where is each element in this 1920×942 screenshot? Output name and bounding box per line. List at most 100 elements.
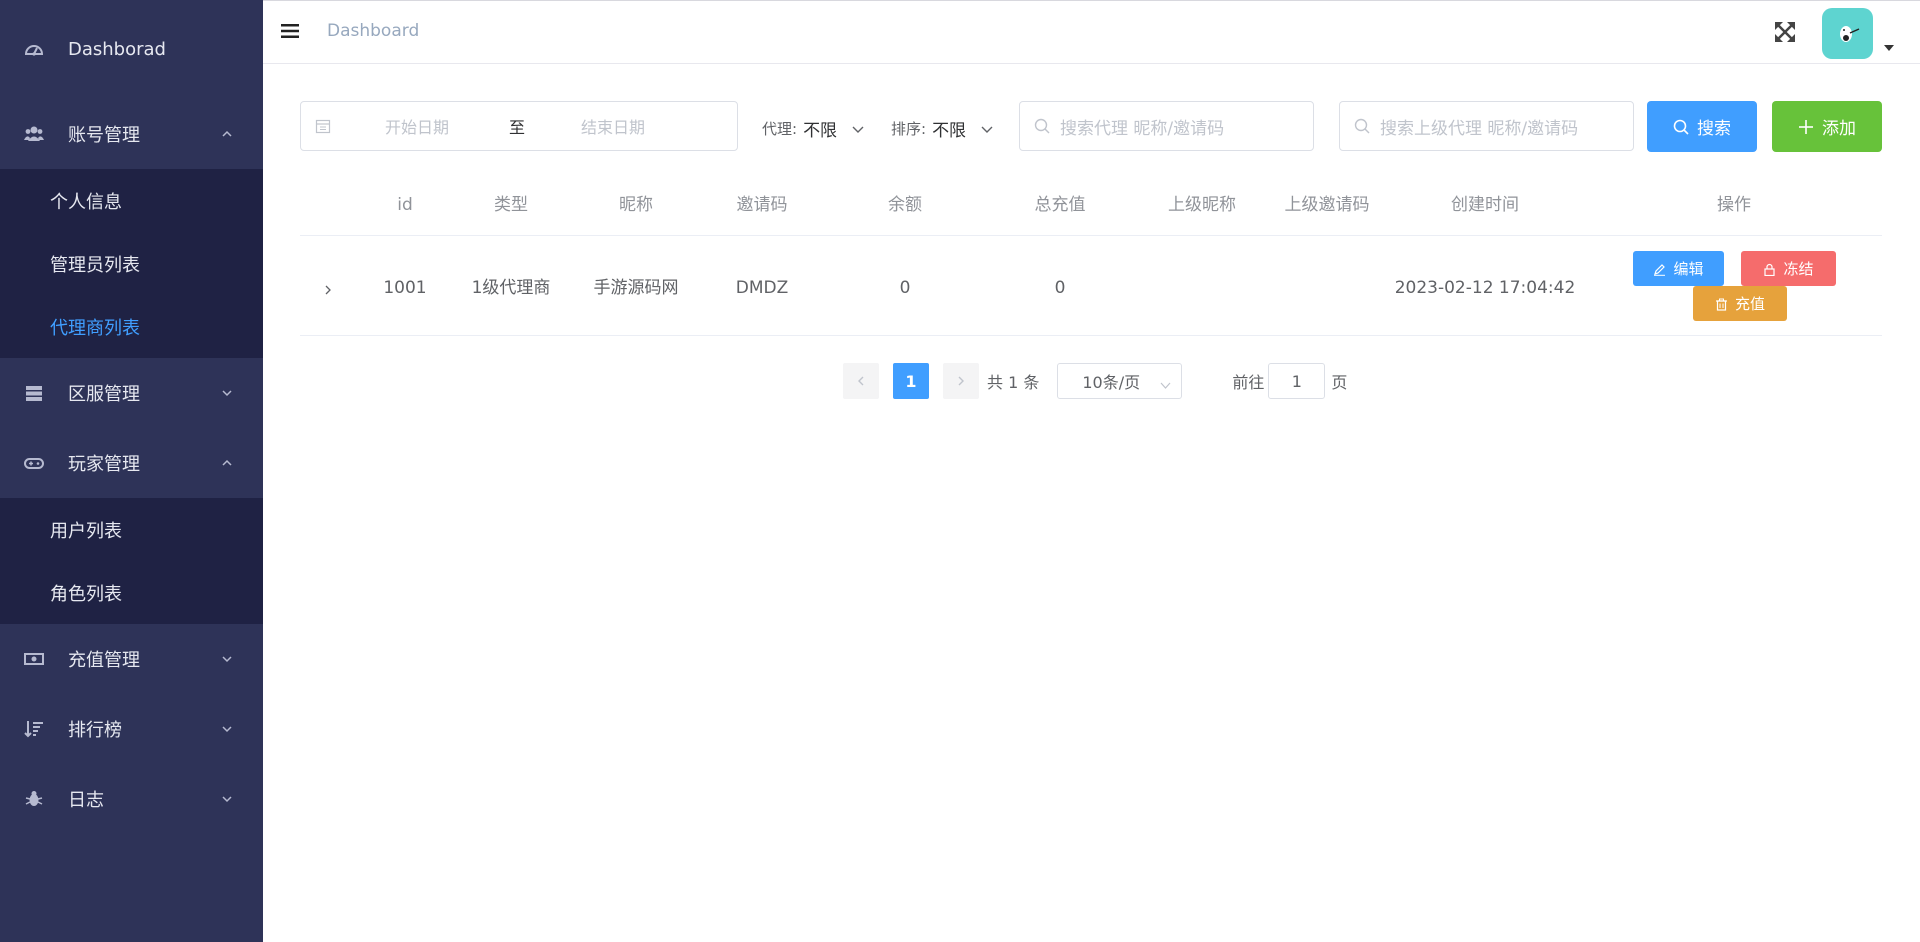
hamburger-icon[interactable] (281, 22, 299, 40)
column-header: 邀请码 (736, 195, 788, 215)
cell-id: 1001 (383, 278, 427, 298)
chevron-up-icon (219, 455, 235, 471)
cell-created-time: 2023-02-12 17:04:42 (1394, 278, 1576, 298)
bug-icon (24, 789, 44, 809)
avatar[interactable] (1822, 8, 1873, 59)
fullscreen-icon[interactable] (1774, 21, 1796, 43)
server-icon (24, 383, 44, 403)
end-date-input[interactable]: 结束日期 (581, 114, 645, 138)
calendar-icon (315, 118, 331, 134)
table-header: id 类型 昵称 邀请码 余额 总充值 上级昵称 上级邀请码 创建时间 操作 (300, 180, 1882, 236)
table-row: 1001 1级代理商 手游源码网 DMDZ 0 0 2023-02-12 17:… (300, 236, 1882, 336)
search-parent-agent-input[interactable]: 搜索上级代理 昵称/邀请码 (1339, 101, 1634, 151)
sidebar-item-label: 玩家管理 (68, 454, 140, 475)
search-icon (1673, 119, 1689, 135)
recharge-button[interactable]: 充值 (1693, 286, 1787, 321)
chevron-down-icon (219, 385, 235, 401)
lock-icon (1763, 262, 1776, 277)
edit-button[interactable]: 编辑 (1633, 251, 1724, 286)
search-agent-input[interactable]: 搜索代理 昵称/邀请码 (1019, 101, 1314, 151)
navbar: Dashboard (263, 0, 1920, 64)
sidebar-item-player[interactable]: 玩家管理 (0, 428, 263, 498)
date-range-picker[interactable]: 开始日期 至 结束日期 (300, 101, 738, 151)
pagination: 1 共 1 条 10条/页 前往 页 (843, 363, 1347, 399)
cell-balance: 0 (899, 278, 911, 298)
column-header: 操作 (1717, 195, 1751, 215)
total-count: 共 1 条 (987, 373, 1040, 392)
edit-icon (1653, 262, 1666, 276)
sort-icon (24, 719, 44, 739)
chevron-down-icon (219, 721, 235, 737)
sidebar-item-dashboard[interactable]: Dashborad (0, 0, 263, 99)
goto-page-input[interactable] (1268, 363, 1326, 399)
search-button-label: 搜索 (1697, 119, 1731, 139)
freeze-button[interactable]: 冻结 (1741, 251, 1836, 286)
submenu-player: 用户列表 角色列表 (0, 498, 263, 624)
recharge-button-label: 充值 (1734, 295, 1765, 313)
sort-select-value: 不限 (932, 121, 967, 141)
users-icon (24, 124, 44, 144)
sidebar-item-user-list[interactable]: 用户列表 (0, 498, 263, 561)
column-header: 总充值 (1034, 195, 1086, 215)
sidebar: Dashborad 账号管理 个人信息 管理员列表 代理商列表 区服管理 玩家管… (0, 0, 263, 942)
sidebar-item-account[interactable]: 账号管理 (0, 99, 263, 169)
cell-invite-code: DMDZ (735, 278, 789, 298)
sidebar-item-label: 区服管理 (68, 384, 140, 405)
add-button[interactable]: 添加 (1772, 101, 1882, 152)
cell-nickname: 手游源码网 (593, 278, 679, 298)
breadcrumb: Dashboard (327, 21, 420, 41)
add-button-label: 添加 (1822, 119, 1856, 139)
dashboard-icon (24, 40, 44, 60)
cell-type: 1级代理商 (471, 278, 551, 298)
sidebar-item-log[interactable]: 日志 (0, 764, 263, 834)
chevron-down-icon (219, 651, 235, 667)
agent-table: id 类型 昵称 邀请码 余额 总充值 上级昵称 上级邀请码 创建时间 操作 1… (300, 180, 1882, 336)
sidebar-item-recharge[interactable]: 充值管理 (0, 624, 263, 694)
money-icon (24, 649, 44, 669)
avatar-image-icon (1839, 25, 1859, 42)
chevron-down-icon (980, 122, 994, 136)
chevron-right-icon (958, 376, 964, 386)
column-header: 类型 (494, 195, 528, 215)
page-number-1[interactable]: 1 (893, 363, 929, 399)
sidebar-item-role-list[interactable]: 角色列表 (0, 561, 263, 624)
next-page-button[interactable] (943, 363, 979, 399)
sidebar-item-server[interactable]: 区服管理 (0, 358, 263, 428)
sidebar-item-ranking[interactable]: 排行榜 (0, 694, 263, 764)
sort-select-label: 排序: (891, 120, 927, 138)
page-suffix: 页 (1331, 373, 1348, 392)
search-button[interactable]: 搜索 (1647, 101, 1757, 152)
prev-page-button[interactable] (843, 363, 879, 399)
page-size-value: 10条/页 (1082, 373, 1141, 392)
column-header: 上级邀请码 (1284, 195, 1370, 215)
freeze-button-label: 冻结 (1783, 260, 1814, 278)
caret-down-icon[interactable] (1884, 45, 1894, 51)
agent-select-label: 代理: (762, 120, 798, 138)
column-header: 创建时间 (1451, 195, 1519, 215)
cell-total-recharge: 0 (1054, 278, 1066, 298)
sidebar-item-admin-list[interactable]: 管理员列表 (0, 232, 263, 295)
chevron-down-icon (851, 122, 865, 136)
page-size-select[interactable]: 10条/页 (1057, 363, 1183, 399)
goto-label: 前往 (1232, 373, 1265, 392)
chevron-up-icon (219, 126, 235, 142)
column-header: 昵称 (619, 195, 653, 215)
gamepad-icon (24, 453, 44, 473)
sidebar-item-label: 日志 (68, 790, 104, 811)
chevron-right-icon[interactable] (322, 281, 334, 295)
plus-icon (1798, 119, 1814, 135)
search-icon (1354, 118, 1370, 134)
sidebar-item-label: 账号管理 (68, 125, 140, 146)
chevron-down-icon (1160, 376, 1171, 389)
range-separator: 至 (509, 118, 526, 137)
search-agent-placeholder: 搜索代理 昵称/邀请码 (1060, 118, 1225, 139)
agent-select[interactable]: 代理: 不限 (762, 116, 865, 141)
start-date-input[interactable]: 开始日期 (385, 114, 487, 138)
agent-select-value: 不限 (803, 121, 838, 141)
sidebar-item-profile[interactable]: 个人信息 (0, 169, 263, 232)
edit-button-label: 编辑 (1673, 260, 1704, 278)
column-header: id (397, 195, 413, 215)
sidebar-item-agent-list[interactable]: 代理商列表 (0, 295, 263, 358)
sort-select[interactable]: 排序: 不限 (891, 116, 994, 141)
sidebar-item-label: Dashborad (68, 39, 166, 60)
